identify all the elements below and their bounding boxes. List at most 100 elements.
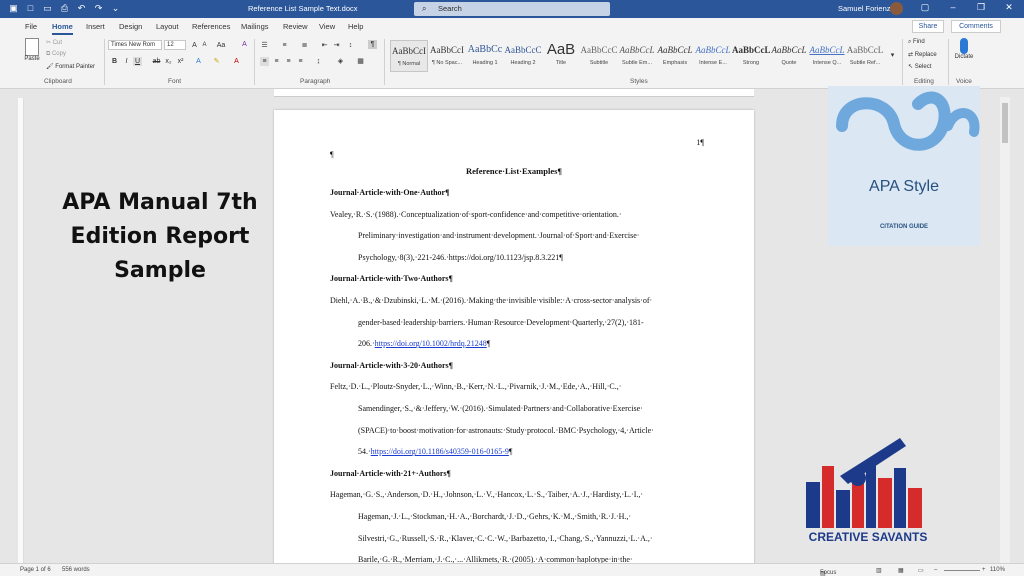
numbering-icon[interactable]: ≡ bbox=[280, 41, 289, 50]
style-heading-2[interactable]: AaBbCcC Heading 2 bbox=[504, 40, 542, 72]
tab-file[interactable]: File bbox=[25, 22, 37, 31]
avatar[interactable] bbox=[890, 2, 903, 15]
customize-icon[interactable]: ⌄ bbox=[110, 3, 121, 14]
style-emphasis[interactable]: AaBbCcL Emphasis bbox=[656, 40, 694, 72]
style-no-spacing[interactable]: AaBbCcI ¶ No Spac... bbox=[428, 40, 466, 72]
change-case-icon[interactable]: Aa bbox=[214, 41, 228, 50]
style-subtitle[interactable]: AaBbCcC Subtitle bbox=[580, 40, 618, 72]
comments-button[interactable]: Comments bbox=[951, 20, 1001, 33]
zoom-slider[interactable] bbox=[944, 570, 980, 571]
font-name-combo[interactable]: Times New Rom bbox=[108, 40, 162, 50]
minimize-icon[interactable]: – bbox=[946, 2, 960, 13]
vertical-scrollbar[interactable] bbox=[1000, 97, 1010, 563]
grow-font-icon[interactable]: A bbox=[190, 41, 199, 50]
word-count[interactable]: 556 words bbox=[62, 567, 90, 573]
page-count[interactable]: Page 1 of 6 bbox=[20, 567, 51, 573]
dictate-button[interactable]: Dictate bbox=[952, 38, 976, 60]
tab-layout[interactable]: Layout bbox=[156, 22, 179, 31]
font-color-icon[interactable]: A bbox=[232, 57, 241, 66]
find-button[interactable]: ⌕ Find bbox=[908, 39, 925, 46]
tab-view[interactable]: View bbox=[319, 22, 335, 31]
zoom-level[interactable]: 110% bbox=[990, 567, 1005, 573]
tab-design[interactable]: Design bbox=[119, 22, 142, 31]
save-icon[interactable]: ▣ bbox=[8, 3, 19, 14]
justify-icon[interactable]: ≡ bbox=[296, 57, 305, 66]
doi-link[interactable]: https://doi.org/10.1186/s40359-016-0165-… bbox=[371, 447, 509, 456]
bold-icon[interactable]: B bbox=[110, 57, 119, 66]
zoom-in-icon[interactable]: + bbox=[982, 567, 986, 573]
tab-review[interactable]: Review bbox=[283, 22, 308, 31]
undo-icon[interactable]: ↶ bbox=[76, 3, 87, 14]
style-intense-quote[interactable]: AaBbCcL Intense Q... bbox=[808, 40, 846, 72]
ribbon-display-icon[interactable]: ▢ bbox=[918, 2, 932, 13]
clear-format-icon[interactable]: A bbox=[240, 40, 249, 49]
increase-indent-icon[interactable]: ⇥ bbox=[332, 41, 341, 50]
user-name[interactable]: Samuel Forienza bbox=[838, 4, 895, 13]
tab-mailings[interactable]: Mailings bbox=[241, 22, 269, 31]
subscript-icon[interactable]: x₂ bbox=[164, 57, 173, 66]
font-size-combo[interactable]: 12 bbox=[164, 40, 186, 50]
style-heading-1[interactable]: AaBbCc Heading 1 bbox=[466, 40, 504, 72]
style-preview: AaBbCcL bbox=[809, 45, 845, 55]
cut-label: Cut bbox=[52, 40, 63, 46]
style-intense-emphasis[interactable]: AaBbCcL Intense E... bbox=[694, 40, 732, 72]
print-icon[interactable]: ⎙ bbox=[59, 3, 70, 14]
print-layout-icon[interactable]: ▦ bbox=[898, 567, 904, 574]
tab-references[interactable]: References bbox=[192, 22, 230, 31]
web-layout-icon[interactable]: ▭ bbox=[918, 567, 924, 574]
decrease-indent-icon[interactable]: ⇤ bbox=[320, 41, 329, 50]
bullets-icon[interactable]: ☰ bbox=[260, 41, 269, 50]
apa-style-logo: APA Style CITATION GUIDE bbox=[828, 86, 980, 246]
doi-link[interactable]: https://doi.org/10.1002/hrdq.21248 bbox=[375, 339, 487, 348]
shrink-font-icon[interactable]: A bbox=[200, 41, 209, 50]
document-page[interactable]: 1¶ ¶ Reference·List·Examples¶ Journal·Ar… bbox=[274, 110, 754, 566]
multilevel-list-icon[interactable]: ≣ bbox=[300, 41, 309, 50]
show-marks-icon[interactable]: ¶ bbox=[368, 40, 377, 49]
strikethrough-icon[interactable]: ab bbox=[152, 57, 161, 66]
tab-help[interactable]: Help bbox=[348, 22, 363, 31]
cut-button[interactable]: ✂ Cut bbox=[46, 39, 62, 46]
style-normal[interactable]: AaBbCcI ¶ Normal bbox=[390, 40, 428, 72]
zoom-out-icon[interactable]: – bbox=[934, 567, 937, 573]
share-button[interactable]: Share bbox=[912, 20, 944, 33]
line-text: Vealey,·R.·S.·(1988).·Conceptualization·… bbox=[330, 209, 622, 219]
style-preview: AaBbCc bbox=[467, 44, 503, 55]
style-subtle-reference[interactable]: AaBbCcL Subtle Ref... bbox=[846, 40, 884, 72]
align-right-icon[interactable]: ≡ bbox=[284, 57, 293, 66]
open-icon[interactable]: ▭ bbox=[42, 3, 53, 14]
paste-button[interactable]: Paste bbox=[22, 38, 42, 62]
search-input[interactable]: ⌕ Search bbox=[414, 2, 610, 16]
sort-icon[interactable]: ↕ bbox=[346, 41, 355, 50]
tab-insert[interactable]: Insert bbox=[86, 22, 105, 31]
text-effects-icon[interactable]: A bbox=[194, 57, 203, 66]
redo-icon[interactable]: ↷ bbox=[93, 3, 104, 14]
style-subtle-emphasis[interactable]: AaBbCcL Subtle Em... bbox=[618, 40, 656, 72]
underline-icon[interactable]: U bbox=[133, 57, 142, 66]
tab-home[interactable]: Home bbox=[52, 22, 73, 35]
line-spacing-icon[interactable]: ↨ bbox=[314, 57, 323, 66]
italic-icon[interactable]: I bbox=[122, 57, 131, 66]
borders-icon[interactable]: ▦ bbox=[356, 57, 365, 66]
style-label: Intense Q... bbox=[812, 60, 842, 66]
format-painter-button[interactable]: 🖌 Format Painter bbox=[46, 63, 95, 70]
scrollbar-thumb[interactable] bbox=[1002, 103, 1008, 143]
horizontal-ruler[interactable] bbox=[274, 89, 754, 97]
shading-icon[interactable]: ◈ bbox=[336, 57, 345, 66]
style-quote[interactable]: AaBbCcL Quote bbox=[770, 40, 808, 72]
replace-button[interactable]: ⇄ Replace bbox=[908, 51, 937, 58]
read-mode-icon[interactable]: ▥ bbox=[876, 567, 882, 574]
close-icon[interactable]: ✕ bbox=[1002, 2, 1016, 13]
align-center-icon[interactable]: ≡ bbox=[272, 57, 281, 66]
copy-button[interactable]: ⧉ Copy bbox=[46, 51, 66, 58]
maximize-icon[interactable]: ❐ bbox=[974, 2, 988, 13]
highlight-icon[interactable]: ✎ bbox=[212, 57, 221, 66]
vertical-ruler[interactable] bbox=[18, 98, 24, 568]
styles-more-icon[interactable]: ▾ bbox=[888, 51, 897, 60]
select-button[interactable]: ↖ Select bbox=[908, 63, 931, 70]
superscript-icon[interactable]: x² bbox=[176, 57, 185, 66]
new-doc-icon[interactable]: □ bbox=[25, 3, 36, 14]
align-left-icon[interactable]: ≡ bbox=[260, 57, 269, 66]
font-group-label: Font bbox=[168, 78, 182, 85]
style-strong[interactable]: AaBbCcL Strong bbox=[732, 40, 770, 72]
style-title[interactable]: AaB Title bbox=[542, 40, 580, 72]
